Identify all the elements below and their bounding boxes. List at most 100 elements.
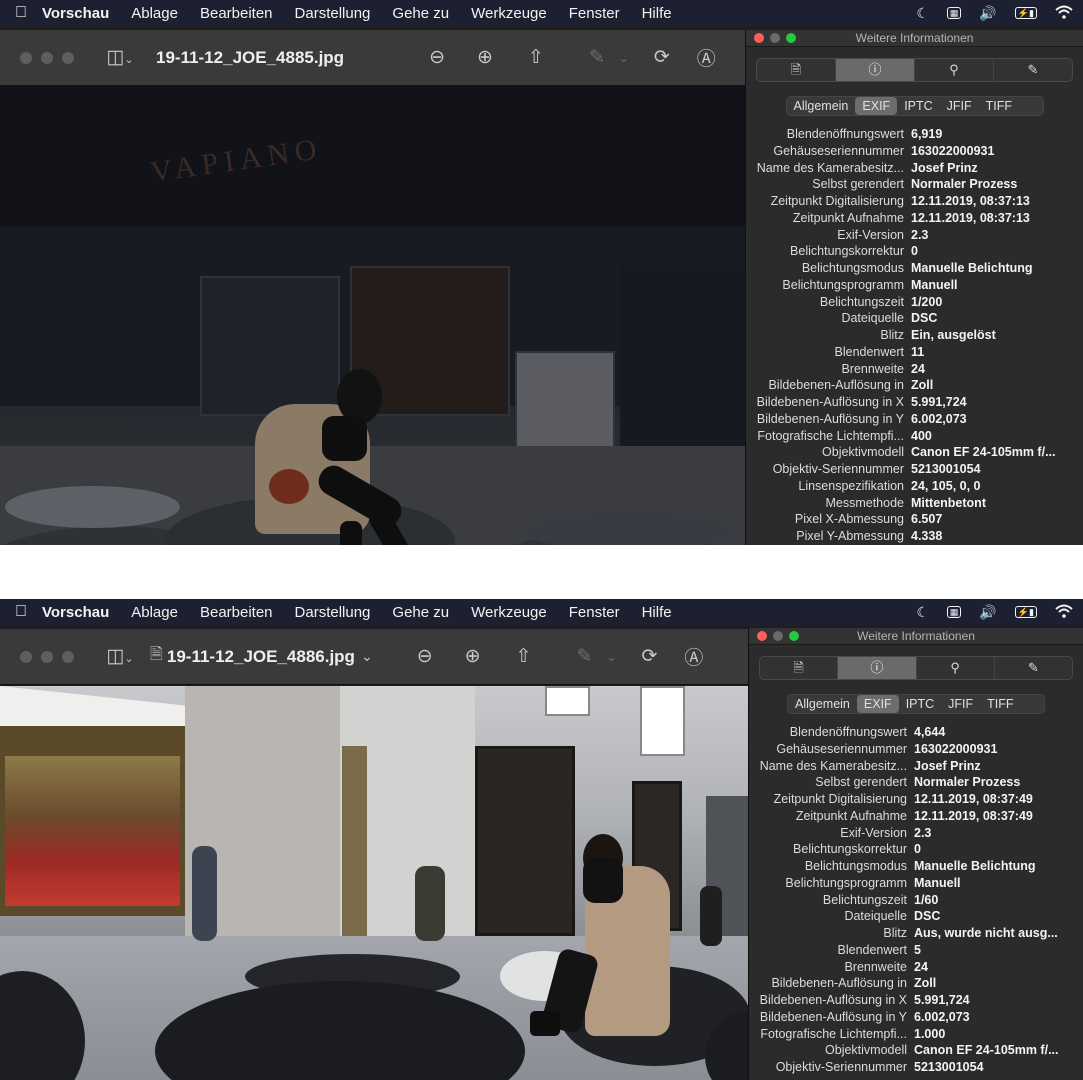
zoom-button[interactable] [62,51,74,64]
rotate-icon[interactable]: ⟳ [654,46,670,69]
menu-werkzeuge[interactable]: Werkzeuge [471,5,547,22]
panel-minimize-button[interactable] [770,33,780,43]
exif-value: 6,919 [911,127,943,141]
menu-fenster[interactable]: Fenster [569,5,620,22]
apple-menu-icon[interactable]:  [0,4,42,22]
markup-pen-icon[interactable]: ✎ [576,645,592,668]
general-info-tab[interactable]: 🗎 [757,59,836,81]
exif-key: Selbst gerendert [812,177,904,192]
annotate-icon[interactable]: Ⓐ [697,44,716,71]
sidebar-toggle-icon[interactable]: ◫⌄ [100,645,140,668]
panel-window-controls [754,33,796,43]
close-button[interactable] [20,51,32,64]
photo-canvas[interactable]: VAPIANO [0,86,745,545]
zoom-button[interactable] [62,650,74,663]
zoom-in-icon[interactable]: ⊕ [477,46,493,69]
tab-iptc[interactable]: IPTC [899,695,941,713]
volume-icon[interactable]: 🔊 [979,5,996,22]
menu-app-name[interactable]: Vorschau [42,5,109,22]
moon-icon[interactable]: ☾ [916,5,929,22]
exif-value: Zoll [911,378,934,393]
exif-row: Name des Kamerabesitz... Josef Prinz [746,160,1083,177]
menu-darstellung[interactable]: Darstellung [295,5,371,22]
tab-tiff[interactable]: TIFF [980,695,1020,713]
battery-icon[interactable]: ⚡▮ [1014,7,1037,19]
tab-iptc[interactable]: IPTC [897,97,939,115]
wifi-icon[interactable] [1055,5,1073,22]
more-info-tab[interactable]: ⓘ [836,59,915,81]
more-info-tab[interactable]: ⓘ [838,657,917,679]
exif-value: 11 [911,344,925,359]
moon-icon[interactable]: ☾ [916,604,929,621]
exif-row: Zeitpunkt Aufnahme 12.11.2019, 08:37:13 [746,210,1083,227]
wifi-icon[interactable] [1055,604,1073,621]
menu-werkzeuge[interactable]: Werkzeuge [471,604,547,621]
panel-zoom-button[interactable] [786,33,796,43]
annotations-tab[interactable]: ✎ [994,59,1072,81]
window-title[interactable]: 19-11-12_JOE_4886.jpg [167,647,355,667]
status-area: ☾ ▦ 🔊 ⚡▮ [916,599,1073,625]
markup-menu-chevron-icon[interactable]: ⌄ [606,650,616,664]
rotate-icon[interactable]: ⟳ [641,645,657,668]
keywords-tab[interactable]: ⚲ [915,59,994,81]
share-icon[interactable]: ⇧ [516,645,532,668]
input-source-icon[interactable]: ▦ [946,606,962,618]
exif-row: Belichtungsmodus Manuelle Belichtung [746,260,1083,277]
markup-pen-icon[interactable]: ✎ [589,46,605,69]
menu-gehe-zu[interactable]: Gehe zu [392,5,449,22]
close-button[interactable] [20,650,32,663]
menu-ablage[interactable]: Ablage [131,5,178,22]
title-chevron-down-icon[interactable]: ⌄ [361,648,373,665]
exif-value: 5.991,724 [914,993,970,1007]
general-info-tab[interactable]: 🗎 [760,657,839,679]
exif-key: Zeitpunkt Digitalisierung [773,792,907,806]
menu-gehe-zu[interactable]: Gehe zu [392,604,449,621]
panel-close-button[interactable] [754,33,764,43]
apple-menu-icon[interactable]:  [0,603,42,621]
tab-allgemein[interactable]: Allgemein [788,695,857,713]
markup-menu-chevron-icon[interactable]: ⌄ [619,51,629,65]
volume-icon[interactable]: 🔊 [979,604,996,621]
exif-row: Selbst gerendert Normaler Prozess [746,176,1083,193]
exif-row: Pixel X-Abmessung 6.507 [746,511,1083,528]
exif-value: 12.11.2019, 08:37:49 [914,808,1033,823]
keywords-tab[interactable]: ⚲ [917,657,995,679]
tab-tiff[interactable]: TIFF [979,97,1019,115]
annotations-tab[interactable]: ✎ [995,657,1072,679]
annotate-icon[interactable]: Ⓐ [684,643,703,670]
tab-jfif[interactable]: JFIF [940,97,979,115]
menu-hilfe[interactable]: Hilfe [642,5,672,22]
menu-bearbeiten[interactable]: Bearbeiten [200,5,273,22]
tab-allgemein[interactable]: Allgemein [787,97,856,115]
exif-key: Belichtungsprogramm [785,875,907,890]
info-icon: ⓘ [868,62,882,77]
panel-window-controls [757,631,799,641]
menu-app-name[interactable]: Vorschau [42,604,109,621]
photo-canvas[interactable] [0,686,748,1080]
exif-table: Blendenöffnungswert 6,919 Gehäuseseriennum… [746,126,1083,545]
exif-row: Objektivmodell Canon EF 24-105mm f/... [746,444,1083,461]
panel-zoom-button[interactable] [789,631,799,641]
share-icon[interactable]: ⇧ [528,46,544,69]
battery-icon[interactable]: ⚡▮ [1014,606,1037,618]
panel-close-button[interactable] [757,631,767,641]
zoom-out-icon[interactable]: ⊖ [429,46,445,69]
minimize-button[interactable] [41,650,53,663]
exif-key: Exif-Version [840,825,907,840]
tab-exif[interactable]: EXIF [855,97,898,115]
panel-minimize-button[interactable] [773,631,783,641]
menu-fenster[interactable]: Fenster [569,604,620,621]
menu-bearbeiten[interactable]: Bearbeiten [200,604,273,621]
sidebar-toggle-icon[interactable]: ◫⌄ [100,46,140,69]
menu-ablage[interactable]: Ablage [131,604,178,621]
tab-jfif[interactable]: JFIF [941,695,980,713]
tab-exif[interactable]: EXIF [856,695,899,713]
document-icon: 🗎 [793,660,804,675]
minimize-button[interactable] [41,51,53,64]
zoom-in-icon[interactable]: ⊕ [465,645,481,668]
menu-darstellung[interactable]: Darstellung [295,604,371,621]
zoom-out-icon[interactable]: ⊖ [417,645,433,668]
menu-hilfe[interactable]: Hilfe [642,604,672,621]
exif-key: Bildebenen-Auflösung in [771,976,907,991]
input-source-icon[interactable]: ▦ [946,7,962,19]
